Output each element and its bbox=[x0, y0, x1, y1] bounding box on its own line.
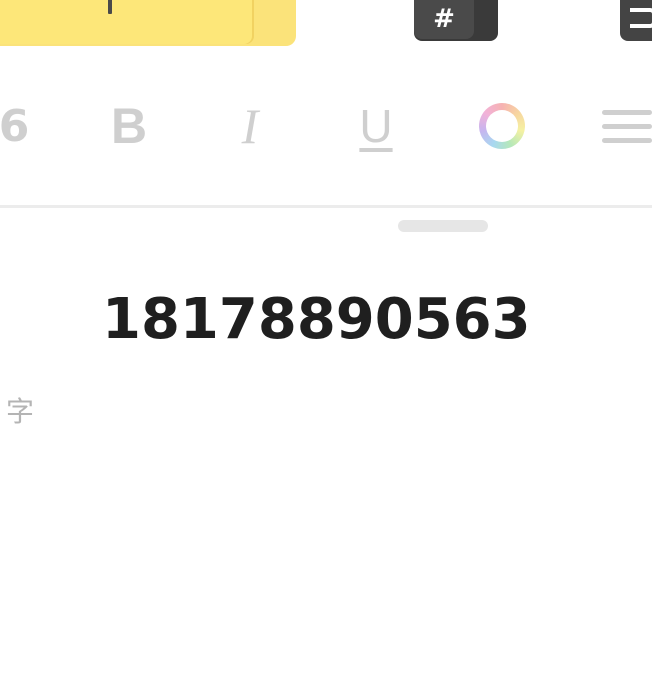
phone-number-text[interactable]: 18178890563 bbox=[102, 282, 531, 358]
italic-button[interactable]: I bbox=[230, 98, 270, 154]
cursor-icon bbox=[108, 0, 112, 14]
align-icon-line bbox=[602, 137, 652, 143]
keyboard-top-row: # bbox=[0, 0, 652, 60]
align-icon-line bbox=[602, 123, 652, 129]
hash-key-label: # bbox=[414, 0, 474, 39]
divider bbox=[0, 205, 652, 208]
underline-button[interactable]: U bbox=[354, 98, 398, 154]
font-size-button[interactable]: 6 bbox=[0, 98, 32, 154]
return-icon bbox=[630, 8, 652, 28]
align-button[interactable] bbox=[602, 98, 652, 154]
bold-button[interactable]: B bbox=[106, 98, 152, 154]
color-wheel-icon bbox=[479, 103, 525, 149]
drag-handle[interactable] bbox=[398, 220, 488, 232]
space-key-face bbox=[0, 0, 252, 44]
format-toolbar: 6 B I U bbox=[0, 86, 652, 166]
space-key[interactable] bbox=[0, 0, 296, 46]
side-label: 字 bbox=[6, 395, 35, 428]
align-icon-line bbox=[602, 109, 652, 115]
return-key[interactable] bbox=[620, 0, 652, 41]
hash-key[interactable]: # bbox=[414, 0, 498, 41]
screen: # 6 B I U 18178890563 字 bbox=[0, 0, 652, 680]
text-color-button[interactable] bbox=[475, 98, 529, 154]
